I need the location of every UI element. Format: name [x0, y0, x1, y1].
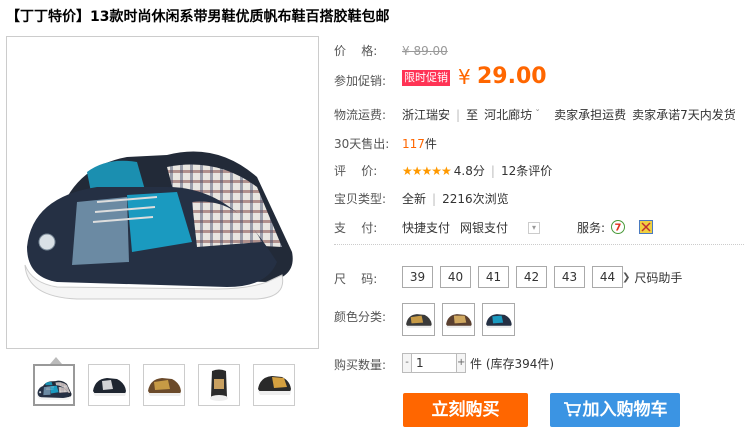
size-row: 尺 码:	[334, 270, 377, 287]
stock-info: 件 (库存394件)	[470, 356, 555, 371]
divider	[334, 244, 744, 245]
color-row: 颜色分类:	[334, 308, 386, 325]
sold-row: 30天售出: 117件	[334, 135, 437, 152]
sold-label: 30天售出:	[334, 137, 390, 151]
color-label: 颜色分类:	[334, 310, 387, 324]
view-count: 2216次浏览	[442, 192, 509, 206]
quantity-increase-button[interactable]: +	[456, 353, 466, 373]
item-condition: 全新	[402, 192, 427, 206]
promo-badge: 限时促销	[402, 70, 450, 86]
buy-now-button[interactable]: 立刻购买	[403, 393, 528, 427]
cart-icon	[563, 393, 581, 427]
chevron-down-icon[interactable]: ˇ	[535, 109, 540, 120]
promo-price: 29.00	[477, 64, 547, 89]
thumbnail-indicator-icon	[50, 357, 62, 364]
size-option[interactable]: 41	[478, 266, 509, 288]
quantity-label: 购买数量:	[334, 358, 387, 372]
size-option[interactable]: 39	[402, 266, 433, 288]
original-price: ¥ 89.00	[402, 43, 448, 58]
shipping-fee: 卖家承担运费	[554, 108, 627, 122]
main-product-image[interactable]	[6, 36, 319, 349]
rating-row: 评 价: ★★★★★ 4.8分 | 12条评价	[334, 162, 552, 179]
price-label: 价 格:	[334, 44, 378, 58]
rating-label: 评 价:	[334, 164, 378, 178]
guarantee-icon[interactable]	[639, 220, 653, 234]
chevron-right-icon: ❯	[622, 272, 631, 283]
color-option-blue[interactable]	[482, 303, 515, 336]
quantity-input[interactable]: 1	[412, 353, 456, 373]
ship-to-prefix: 至	[466, 108, 479, 122]
price-row: 价 格: ¥ 89.00	[334, 42, 448, 59]
svg-text:7: 7	[615, 223, 622, 234]
payment-method-quick: 快捷支付	[402, 221, 451, 235]
thumbnail-5[interactable]	[253, 364, 295, 406]
quantity-stepper: - 1 + 件 (库存394件)	[402, 353, 554, 373]
thumbnail-1[interactable]	[33, 364, 75, 406]
thumbnail-3[interactable]	[143, 364, 185, 406]
quantity-decrease-button[interactable]: -	[402, 353, 412, 373]
rating-stars-icon: ★★★★★	[402, 163, 452, 178]
size-label: 尺 码:	[334, 272, 378, 286]
payment-method-bank: 网银支付	[460, 221, 509, 235]
item-type-separator: |	[432, 191, 437, 206]
ship-to-selector[interactable]: 河北廊坊	[484, 106, 532, 123]
add-to-cart-label: 加入购物车	[582, 400, 668, 420]
thumbnail-2[interactable]	[88, 364, 130, 406]
item-type-label: 宝贝类型:	[334, 192, 387, 206]
ship-from: 浙江瑞安	[402, 108, 451, 122]
size-options: 39 40 41 42 43 44	[402, 266, 623, 288]
color-option-brown[interactable]	[402, 303, 435, 336]
size-helper-link[interactable]: ❯ 尺码助手	[622, 269, 682, 286]
rating-score: 4.8分	[453, 164, 485, 178]
item-type-row: 宝贝类型: 全新 | 2216次浏览	[334, 190, 509, 207]
size-helper-label: 尺码助手	[634, 271, 683, 285]
promo-currency: ¥	[458, 65, 471, 89]
payment-label: 支 付:	[334, 221, 378, 235]
ship-separator: |	[456, 107, 461, 122]
service-label: 服务:	[577, 221, 606, 235]
rating-separator: |	[490, 163, 495, 178]
shipping-row: 物流运费: 浙江瑞安 | 至 河北廊坊 ˇ 卖家承担运费 卖家承诺7天内发货	[334, 106, 736, 123]
size-option[interactable]: 40	[440, 266, 471, 288]
size-option[interactable]: 43	[554, 266, 585, 288]
shipping-label: 物流运费:	[334, 108, 387, 122]
add-to-cart-button[interactable]: 加入购物车	[550, 393, 680, 427]
sold-unit: 件	[424, 137, 437, 151]
size-option[interactable]: 42	[516, 266, 547, 288]
color-options	[402, 303, 515, 336]
sneaker-image	[7, 37, 318, 348]
thumbnail-4[interactable]	[198, 364, 240, 406]
thumbnail-strip	[33, 364, 295, 406]
seven-day-return-icon[interactable]: 7	[611, 220, 625, 234]
color-option-tan[interactable]	[442, 303, 475, 336]
payment-row: 支 付: 快捷支付 网银支付 ▾	[334, 219, 541, 236]
size-option[interactable]: 44	[592, 266, 623, 288]
review-count-link[interactable]: 12条评价	[501, 162, 552, 179]
product-title: 【丁丁特价】13款时尚休闲系带男鞋优质帆布鞋百搭胶鞋包邮	[6, 9, 390, 25]
payment-dropdown-icon[interactable]: ▾	[528, 221, 541, 234]
promo-label: 参加促销:	[334, 74, 387, 88]
quantity-row: 购买数量:	[334, 356, 386, 373]
shipping-promise: 卖家承诺7天内发货	[632, 108, 736, 122]
sold-count: 117	[402, 137, 425, 151]
